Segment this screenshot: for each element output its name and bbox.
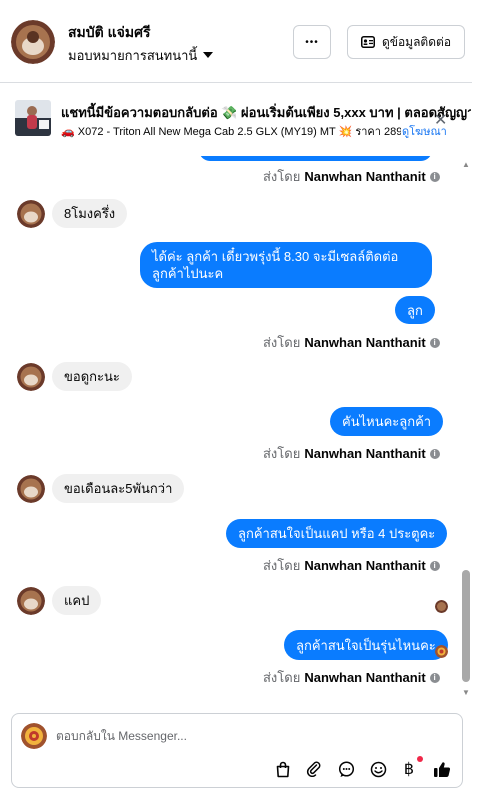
scroll-up-arrow-icon[interactable]: ▲ bbox=[462, 160, 470, 169]
sent-by-label: ส่งโดย Nanwhan Nanthanit i bbox=[263, 166, 440, 187]
contact-name[interactable]: สมบัติ แจ่มศรี bbox=[68, 22, 151, 44]
thumbs-up-icon[interactable] bbox=[431, 758, 453, 780]
contact-avatar-small[interactable] bbox=[17, 587, 45, 615]
contact-avatar-small[interactable] bbox=[17, 475, 45, 503]
sent-by-label: ส่งโดย Nanwhan Nanthanit i bbox=[263, 332, 440, 353]
paperclip-icon[interactable] bbox=[303, 758, 325, 780]
scrollbar-thumb[interactable] bbox=[462, 570, 470, 682]
ad-thumbnail bbox=[15, 100, 51, 136]
contact-avatar-small[interactable] bbox=[17, 200, 45, 228]
reply-composer: ฿ bbox=[11, 713, 463, 788]
incoming-message[interactable]: 8โมงครึ่ง bbox=[52, 199, 128, 228]
incoming-message[interactable]: แคป bbox=[52, 586, 102, 615]
saved-reply-icon[interactable] bbox=[335, 758, 357, 780]
caret-down-icon bbox=[203, 52, 214, 58]
message-list: ส่งโดย Nanwhan Nanthanit i 8โมงครึ่ง ได้ค่… bbox=[0, 156, 460, 704]
page-avatar bbox=[21, 723, 47, 749]
baht-icon[interactable]: ฿ bbox=[398, 758, 420, 780]
ad-context-banner: แชทนี้มีข้อความตอบกลับต่อ 💸 ผ่อนเริ่มต้น… bbox=[0, 84, 472, 156]
chat-header: สมบัติ แจ่มศรี มอบหมายการสนทนานี้ ••• ดู… bbox=[0, 0, 472, 83]
info-icon[interactable]: i bbox=[429, 672, 440, 683]
info-icon[interactable]: i bbox=[429, 560, 440, 571]
view-contact-info-button[interactable]: ดูข้อมูลติดต่อ bbox=[347, 25, 465, 59]
outgoing-message-partial bbox=[199, 156, 432, 161]
outgoing-message[interactable]: ลูก bbox=[395, 296, 435, 324]
assign-label: มอบหมายการสนทนานี้ bbox=[68, 48, 198, 63]
contact-avatar[interactable] bbox=[11, 20, 55, 64]
info-icon[interactable]: i bbox=[429, 448, 440, 459]
more-icon: ••• bbox=[305, 36, 319, 48]
scroll-down-arrow-icon[interactable]: ▼ bbox=[462, 688, 470, 697]
ad-subtitle: 🚗 X072 - Triton All New Mega Cab 2.5 GLX… bbox=[61, 126, 401, 138]
page-read-receipt-avatar bbox=[435, 645, 448, 658]
close-icon[interactable]: ✕ bbox=[434, 110, 447, 130]
contact-avatar-small[interactable] bbox=[17, 363, 45, 391]
ad-title: แชทนี้มีข้อความตอบกลับต่อ 💸 ผ่อนเริ่มต้น… bbox=[61, 105, 471, 120]
contact-card-icon bbox=[360, 36, 375, 48]
incoming-message[interactable]: ขอดูกะนะ bbox=[52, 362, 132, 391]
sent-by-label: ส่งโดย Nanwhan Nanthanit i bbox=[263, 443, 440, 464]
outgoing-message[interactable]: คันไหนคะลูกค้า bbox=[330, 407, 444, 436]
contact-info-label: ดูข้อมูลติดต่อ bbox=[381, 34, 452, 49]
more-options-button[interactable]: ••• bbox=[293, 25, 331, 59]
info-icon[interactable]: i bbox=[429, 171, 440, 182]
emoji-icon[interactable] bbox=[367, 758, 389, 780]
incoming-message[interactable]: ขอเดือนละ5พันกว่า bbox=[52, 474, 185, 503]
read-receipt-avatar bbox=[435, 600, 448, 613]
outgoing-message[interactable]: ได้ค่ะ ลูกค้า เดี๋ยวพรุ่งนี้ 8.30 จะมีเซ… bbox=[140, 242, 432, 288]
shopping-bag-icon[interactable] bbox=[272, 758, 294, 780]
outgoing-message[interactable]: ลูกค้าสนใจเป็นรุ่นไหนคะ bbox=[284, 630, 448, 660]
sent-by-label: ส่งโดย Nanwhan Nanthanit i bbox=[263, 667, 440, 688]
assign-conversation-dropdown[interactable]: มอบหมายการสนทนานี้ bbox=[68, 45, 214, 66]
sent-by-label: ส่งโดย Nanwhan Nanthanit i bbox=[263, 555, 440, 576]
info-icon[interactable]: i bbox=[429, 337, 440, 348]
reply-input[interactable] bbox=[56, 729, 436, 743]
outgoing-message[interactable]: ลูกค้าสนใจเป็นแคป หรือ 4 ประตูคะ bbox=[226, 519, 448, 548]
notification-dot bbox=[417, 756, 423, 762]
